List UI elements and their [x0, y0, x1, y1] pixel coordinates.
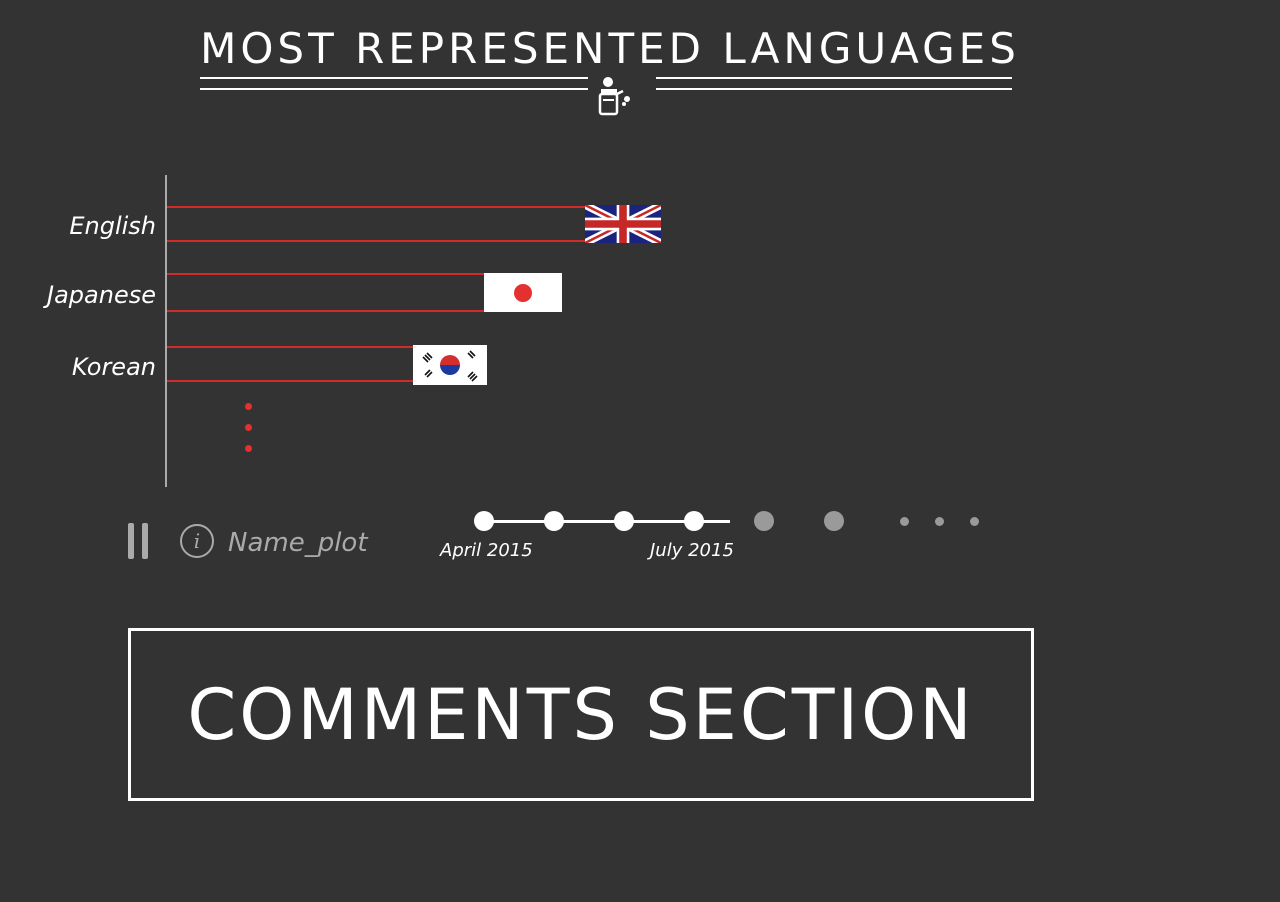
timeline-point[interactable] [754, 511, 774, 531]
more-categories-indicator [245, 403, 252, 466]
title-underline-bottom-right [656, 88, 1012, 90]
comments-section-label: COMMENTS SECTION [187, 673, 975, 756]
category-label-japanese: Japanese [47, 281, 156, 309]
timeline-label-current: July 2015 [650, 540, 734, 561]
south-korea-flag-icon [413, 345, 487, 385]
title-underline-bottom-left [200, 88, 588, 90]
timeline-more-dot [899, 516, 909, 526]
timeline-point[interactable] [824, 511, 844, 531]
more-dot [245, 424, 252, 431]
timeline-label-start: April 2015 [440, 540, 533, 561]
japan-flag-icon [484, 273, 562, 312]
bar-english-bottom [167, 240, 587, 242]
chart-y-axis [165, 175, 167, 487]
category-label-korean: Korean [71, 353, 156, 381]
bar-english-top [167, 206, 587, 208]
info-icon[interactable]: i [180, 524, 214, 558]
dashboard-mockup: MOST REPRESENTED LANGUAGES English Japan… [0, 0, 1280, 902]
more-dot [245, 445, 252, 452]
timeline-point[interactable] [684, 511, 704, 531]
united-kingdom-flag-icon [585, 205, 661, 243]
bar-korean-bottom [167, 380, 415, 382]
more-dot [245, 403, 252, 410]
timeline-point[interactable] [614, 511, 634, 531]
pause-icon[interactable] [128, 523, 150, 559]
bar-japanese-bottom [167, 310, 486, 312]
timeline-more-dot [969, 516, 979, 526]
title-underline-top-right [656, 77, 1012, 79]
page-title: MOST REPRESENTED LANGUAGES [200, 24, 1020, 73]
plot-name-label: Name_plot [228, 528, 368, 558]
speaker-podium-icon [598, 77, 630, 116]
title-underline-top-left [200, 77, 588, 79]
category-label-english: English [69, 212, 156, 240]
bar-korean-top [167, 346, 415, 348]
bar-japanese-top [167, 273, 486, 275]
timeline-more-dot [934, 516, 944, 526]
timeline-point[interactable] [544, 511, 564, 531]
timeline-point[interactable] [474, 511, 494, 531]
comments-section[interactable]: COMMENTS SECTION [128, 628, 1034, 801]
